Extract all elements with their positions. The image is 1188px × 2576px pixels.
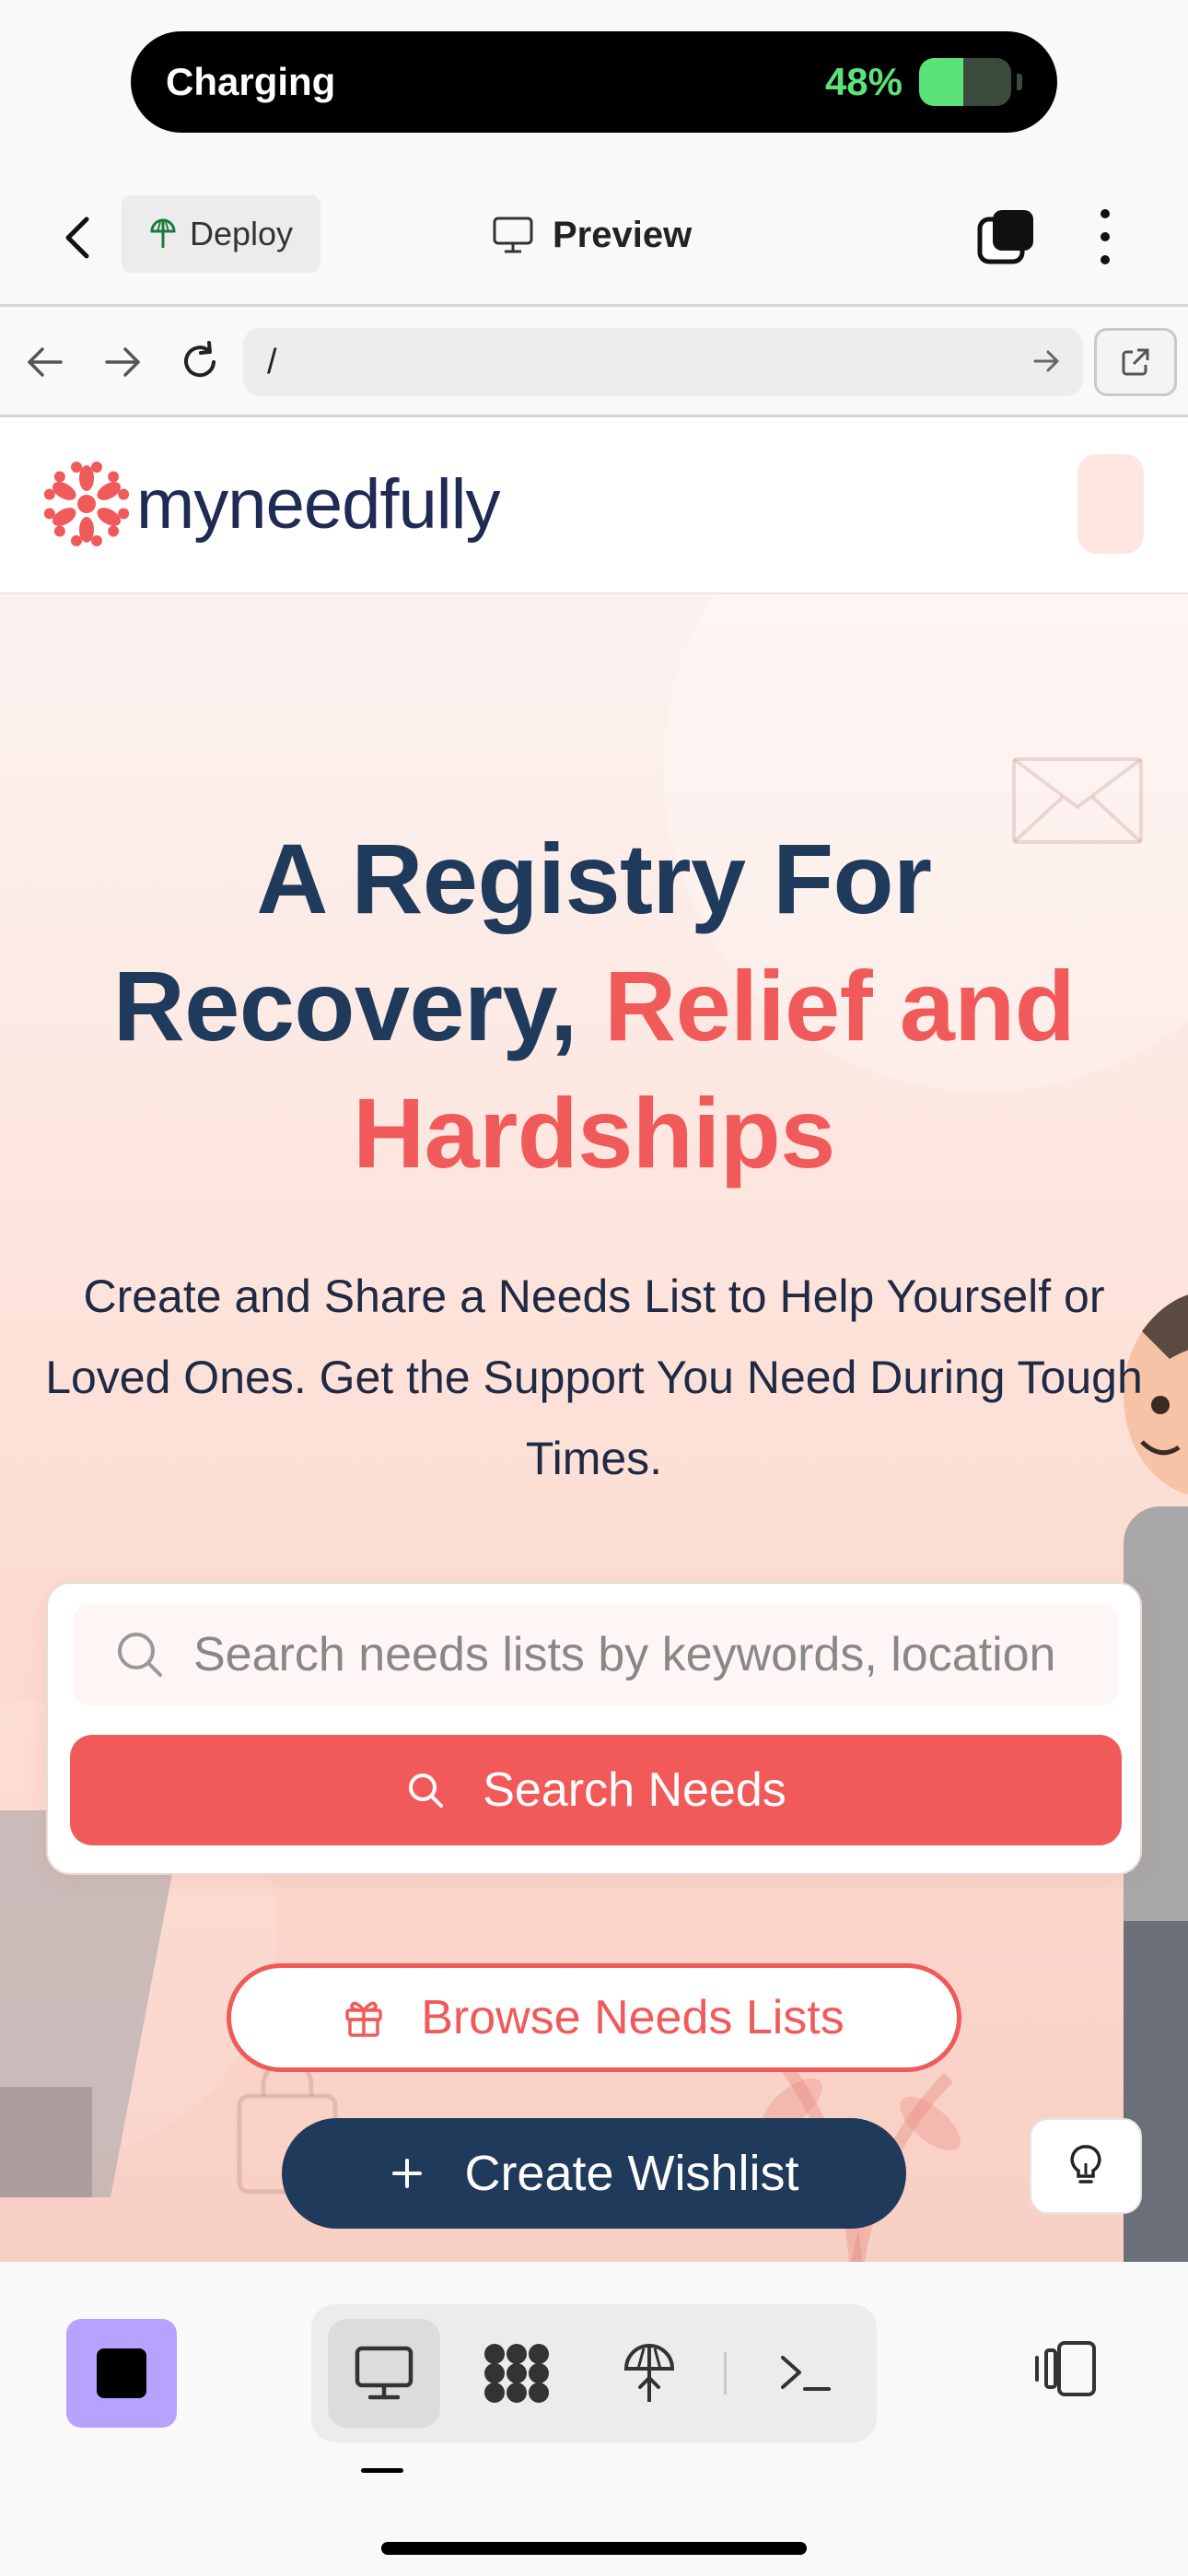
device-toggle-icon[interactable] (1033, 2339, 1098, 2398)
menu-button[interactable] (1077, 454, 1144, 554)
preview-label: Preview (553, 214, 693, 255)
deploy-icon (150, 218, 176, 248)
battery-icon (919, 58, 1011, 106)
battery-cap (1017, 74, 1022, 90)
search-needs-button[interactable]: Search Needs (70, 1735, 1122, 1845)
open-external-button[interactable] (1094, 328, 1177, 396)
kebab-menu-icon[interactable] (1087, 206, 1124, 267)
url-text: / (267, 342, 277, 381)
console-tab[interactable] (750, 2319, 862, 2428)
url-input[interactable]: / (243, 328, 1083, 396)
hero-subtitle: Create and Share a Needs List to Help Yo… (45, 1270, 1143, 1484)
hero-section: A Registry For Recovery, Relief and Hard… (0, 594, 1188, 2262)
divider (0, 304, 1188, 307)
tabs-icon[interactable] (976, 206, 1037, 267)
site-header: myneedfully (0, 417, 1188, 594)
monitor-icon (355, 2346, 413, 2400)
home-indicator (381, 2542, 807, 2555)
deploy-icon (623, 2344, 675, 2402)
hero-title-line1: A Registry For (256, 823, 932, 934)
deploy-tab[interactable] (593, 2319, 705, 2428)
preview-tab[interactable] (328, 2319, 440, 2428)
active-tab-indicator (361, 2468, 403, 2473)
search-placeholder: Search needs lists by keywords, location (193, 1628, 1056, 1681)
monitor-icon (493, 217, 533, 253)
stop-icon (97, 2348, 146, 2398)
bottom-toolbar (0, 2262, 1188, 2576)
logo[interactable]: myneedfully (42, 460, 501, 548)
search-needs-label: Search Needs (483, 1763, 786, 1817)
terminal-icon (781, 2356, 831, 2391)
arrow-right-icon[interactable] (1030, 345, 1063, 378)
toolbar-separator (724, 2352, 727, 2395)
app-bar: Deploy Preview (0, 175, 1188, 304)
logo-text: myneedfully (136, 464, 501, 544)
search-icon (409, 1774, 444, 1808)
hero-title-line2a: Recovery, (112, 950, 605, 1061)
deploy-button[interactable]: Deploy (122, 195, 320, 273)
external-link-icon (1122, 348, 1149, 376)
hero-title-line3: Hardships (353, 1077, 835, 1188)
charging-label: Charging (166, 60, 336, 103)
view-switcher (311, 2304, 877, 2442)
search-input[interactable]: Search needs lists by keywords, location (74, 1604, 1118, 1705)
url-row: / (0, 310, 1188, 415)
battery-indicator: 48% (825, 58, 1022, 106)
search-card: Search needs lists by keywords, location… (46, 1582, 1142, 1875)
create-wishlist-label: Create Wishlist (464, 2146, 799, 2201)
browse-needs-lists-button[interactable]: Browse Needs Lists (227, 1963, 961, 2072)
arrow-left-icon[interactable] (22, 339, 68, 385)
search-icon (118, 1633, 162, 1677)
hero-title: A Registry For Recovery, Relief and Hard… (37, 815, 1151, 1197)
logo-mark-icon (42, 462, 131, 546)
create-wishlist-button[interactable]: Create Wishlist (282, 2118, 906, 2229)
battery-percent: 48% (824, 60, 903, 103)
chevron-left-icon[interactable] (55, 210, 101, 265)
status-pill: Charging 48% (131, 31, 1057, 133)
stop-button[interactable] (66, 2319, 177, 2428)
grid-blob-icon (484, 2344, 549, 2403)
deploy-label: Deploy (190, 215, 294, 252)
plus-icon (392, 2159, 423, 2188)
preview-title: Preview (492, 203, 692, 267)
tips-button[interactable] (1030, 2118, 1142, 2214)
lightbulb-icon (1070, 2145, 1101, 2184)
gift-icon (345, 2001, 382, 2037)
reload-icon[interactable] (177, 339, 223, 385)
arrow-right-icon[interactable] (99, 339, 146, 385)
browse-needs-lists-label: Browse Needs Lists (421, 1991, 844, 2044)
workspace-tab[interactable] (460, 2319, 573, 2428)
hero-title-line2b: Relief and (604, 950, 1076, 1061)
